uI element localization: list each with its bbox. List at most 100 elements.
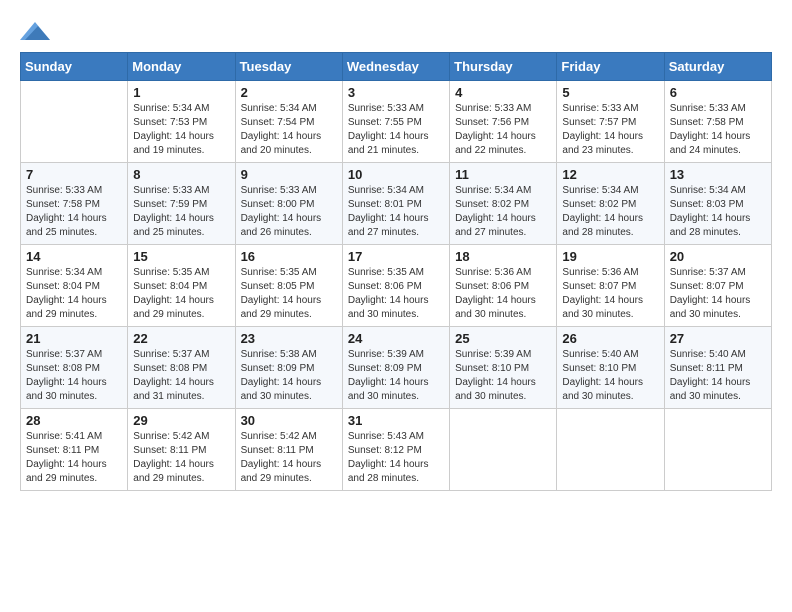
calendar-week-5: 28 Sunrise: 5:41 AM Sunset: 8:11 PM Dayli…	[21, 409, 772, 491]
header-day-sunday: Sunday	[21, 53, 128, 81]
day-info: Sunrise: 5:34 AM Sunset: 7:54 PM Dayligh…	[241, 102, 337, 158]
calendar-week-3: 14 Sunrise: 5:34 AM Sunset: 8:04 PM Dayli…	[21, 245, 772, 327]
day-info: Sunrise: 5:43 AM Sunset: 8:12 PM Dayligh…	[348, 430, 444, 486]
day-number: 30	[241, 413, 337, 428]
calendar-cell: 23Sunrise: 5:38 AM Sunset: 8:09 PM Dayli…	[235, 327, 342, 409]
calendar-cell: 12 Sunrise: 5:34 AM Sunset: 8:02 PM Dayli…	[557, 163, 664, 245]
day-number: 11	[455, 167, 551, 182]
calendar-week-4: 21Sunrise: 5:37 AM Sunset: 8:08 PM Dayli…	[21, 327, 772, 409]
day-number: 16	[241, 249, 337, 264]
calendar-cell: 15Sunrise: 5:35 AM Sunset: 8:04 PM Dayli…	[128, 245, 235, 327]
calendar-cell: 17 Sunrise: 5:35 AM Sunset: 8:06 PM Dayli…	[342, 245, 449, 327]
page-header	[20, 20, 772, 42]
calendar-cell: 25 Sunrise: 5:39 AM Sunset: 8:10 PM Dayli…	[450, 327, 557, 409]
day-number: 3	[348, 85, 444, 100]
day-number: 27	[670, 331, 766, 346]
calendar-cell: 28 Sunrise: 5:41 AM Sunset: 8:11 PM Dayli…	[21, 409, 128, 491]
calendar-cell	[664, 409, 771, 491]
day-info: Sunrise: 5:33 AM Sunset: 7:57 PM Dayligh…	[562, 102, 658, 158]
header-day-thursday: Thursday	[450, 53, 557, 81]
day-number: 22	[133, 331, 229, 346]
day-info: Sunrise: 5:34 AM Sunset: 8:03 PM Dayligh…	[670, 184, 766, 240]
day-info: Sunrise: 5:42 AM Sunset: 8:11 PM Dayligh…	[241, 430, 337, 486]
day-number: 28	[26, 413, 122, 428]
day-info: Sunrise: 5:34 AM Sunset: 8:02 PM Dayligh…	[455, 184, 551, 240]
header-day-friday: Friday	[557, 53, 664, 81]
calendar-cell: 29 Sunrise: 5:42 AM Sunset: 8:11 PM Dayli…	[128, 409, 235, 491]
calendar-cell: 5 Sunrise: 5:33 AM Sunset: 7:57 PM Daylig…	[557, 81, 664, 163]
calendar-cell: 1 Sunrise: 5:34 AM Sunset: 7:53 PM Daylig…	[128, 81, 235, 163]
logo-icon	[20, 20, 50, 42]
logo	[20, 20, 54, 42]
calendar-cell: 21Sunrise: 5:37 AM Sunset: 8:08 PM Dayli…	[21, 327, 128, 409]
day-number: 29	[133, 413, 229, 428]
day-number: 6	[670, 85, 766, 100]
day-number: 4	[455, 85, 551, 100]
day-info: Sunrise: 5:41 AM Sunset: 8:11 PM Dayligh…	[26, 430, 122, 486]
header-day-wednesday: Wednesday	[342, 53, 449, 81]
day-info: Sunrise: 5:35 AM Sunset: 8:05 PM Dayligh…	[241, 266, 337, 322]
header-day-saturday: Saturday	[664, 53, 771, 81]
day-info: Sunrise: 5:37 AM Sunset: 8:08 PM Dayligh…	[26, 348, 122, 404]
calendar-cell: 6 Sunrise: 5:33 AM Sunset: 7:58 PM Daylig…	[664, 81, 771, 163]
calendar-cell: 26 Sunrise: 5:40 AM Sunset: 8:10 PM Dayli…	[557, 327, 664, 409]
day-number: 12	[562, 167, 658, 182]
day-info: Sunrise: 5:35 AM Sunset: 8:04 PM Dayligh…	[133, 266, 229, 322]
calendar-cell: 3 Sunrise: 5:33 AM Sunset: 7:55 PM Daylig…	[342, 81, 449, 163]
day-number: 19	[562, 249, 658, 264]
calendar-cell	[557, 409, 664, 491]
day-info: Sunrise: 5:37 AM Sunset: 8:07 PM Dayligh…	[670, 266, 766, 322]
day-info: Sunrise: 5:34 AM Sunset: 8:02 PM Dayligh…	[562, 184, 658, 240]
day-info: Sunrise: 5:36 AM Sunset: 8:07 PM Dayligh…	[562, 266, 658, 322]
day-info: Sunrise: 5:42 AM Sunset: 8:11 PM Dayligh…	[133, 430, 229, 486]
calendar-cell: 11 Sunrise: 5:34 AM Sunset: 8:02 PM Dayli…	[450, 163, 557, 245]
calendar-cell: 27 Sunrise: 5:40 AM Sunset: 8:11 PM Dayli…	[664, 327, 771, 409]
calendar-cell: 19 Sunrise: 5:36 AM Sunset: 8:07 PM Dayli…	[557, 245, 664, 327]
day-number: 9	[241, 167, 337, 182]
calendar-table: SundayMondayTuesdayWednesdayThursdayFrid…	[20, 52, 772, 491]
calendar-week-2: 7 Sunrise: 5:33 AM Sunset: 7:58 PM Daylig…	[21, 163, 772, 245]
day-number: 10	[348, 167, 444, 182]
day-info: Sunrise: 5:34 AM Sunset: 7:53 PM Dayligh…	[133, 102, 229, 158]
calendar-cell: 2 Sunrise: 5:34 AM Sunset: 7:54 PM Daylig…	[235, 81, 342, 163]
day-info: Sunrise: 5:39 AM Sunset: 8:10 PM Dayligh…	[455, 348, 551, 404]
day-number: 5	[562, 85, 658, 100]
calendar-cell: 13 Sunrise: 5:34 AM Sunset: 8:03 PM Dayli…	[664, 163, 771, 245]
calendar-cell: 14 Sunrise: 5:34 AM Sunset: 8:04 PM Dayli…	[21, 245, 128, 327]
day-number: 17	[348, 249, 444, 264]
day-number: 14	[26, 249, 122, 264]
day-number: 2	[241, 85, 337, 100]
calendar-cell: 9Sunrise: 5:33 AM Sunset: 8:00 PM Daylig…	[235, 163, 342, 245]
calendar-cell	[21, 81, 128, 163]
day-number: 26	[562, 331, 658, 346]
day-info: Sunrise: 5:36 AM Sunset: 8:06 PM Dayligh…	[455, 266, 551, 322]
day-number: 20	[670, 249, 766, 264]
day-info: Sunrise: 5:33 AM Sunset: 7:58 PM Dayligh…	[670, 102, 766, 158]
day-info: Sunrise: 5:35 AM Sunset: 8:06 PM Dayligh…	[348, 266, 444, 322]
day-number: 31	[348, 413, 444, 428]
day-number: 13	[670, 167, 766, 182]
day-number: 8	[133, 167, 229, 182]
day-info: Sunrise: 5:38 AM Sunset: 8:09 PM Dayligh…	[241, 348, 337, 404]
day-number: 1	[133, 85, 229, 100]
calendar-cell: 16 Sunrise: 5:35 AM Sunset: 8:05 PM Dayli…	[235, 245, 342, 327]
calendar-cell: 22 Sunrise: 5:37 AM Sunset: 8:08 PM Dayli…	[128, 327, 235, 409]
calendar-cell: 8 Sunrise: 5:33 AM Sunset: 7:59 PM Daylig…	[128, 163, 235, 245]
day-info: Sunrise: 5:37 AM Sunset: 8:08 PM Dayligh…	[133, 348, 229, 404]
day-info: Sunrise: 5:40 AM Sunset: 8:11 PM Dayligh…	[670, 348, 766, 404]
calendar-cell: 31 Sunrise: 5:43 AM Sunset: 8:12 PM Dayli…	[342, 409, 449, 491]
day-info: Sunrise: 5:34 AM Sunset: 8:04 PM Dayligh…	[26, 266, 122, 322]
day-number: 7	[26, 167, 122, 182]
day-info: Sunrise: 5:33 AM Sunset: 7:55 PM Dayligh…	[348, 102, 444, 158]
day-info: Sunrise: 5:40 AM Sunset: 8:10 PM Dayligh…	[562, 348, 658, 404]
header-day-monday: Monday	[128, 53, 235, 81]
day-number: 18	[455, 249, 551, 264]
day-info: Sunrise: 5:33 AM Sunset: 7:56 PM Dayligh…	[455, 102, 551, 158]
day-number: 25	[455, 331, 551, 346]
calendar-cell: 10Sunrise: 5:34 AM Sunset: 8:01 PM Dayli…	[342, 163, 449, 245]
day-info: Sunrise: 5:33 AM Sunset: 7:59 PM Dayligh…	[133, 184, 229, 240]
day-number: 24	[348, 331, 444, 346]
calendar-cell: 20 Sunrise: 5:37 AM Sunset: 8:07 PM Dayli…	[664, 245, 771, 327]
day-info: Sunrise: 5:33 AM Sunset: 7:58 PM Dayligh…	[26, 184, 122, 240]
calendar-cell	[450, 409, 557, 491]
